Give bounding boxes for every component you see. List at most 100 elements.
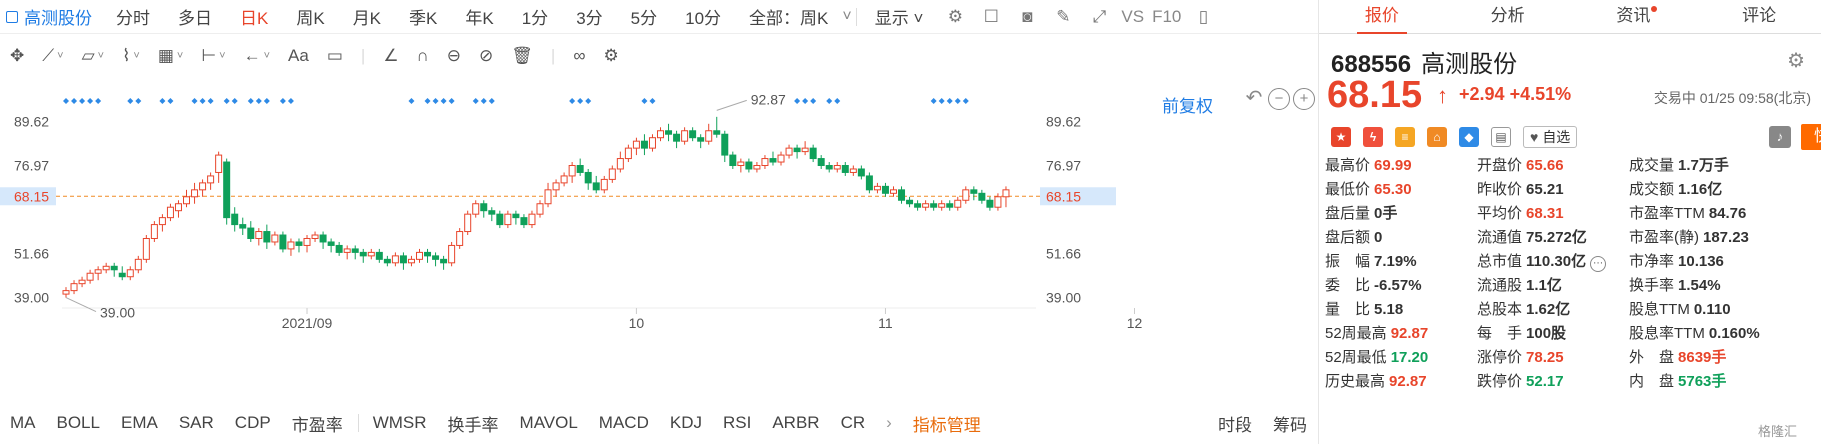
indicator-12[interactable]: ARBR	[762, 413, 830, 433]
candle-body	[954, 199, 962, 208]
period-9[interactable]: 5分	[617, 4, 671, 29]
candle-body	[207, 175, 215, 184]
channel-tool-icon[interactable]: ▱ ˅	[82, 42, 105, 70]
period-10[interactable]: 10分	[671, 4, 735, 29]
period-0[interactable]: 分时	[102, 4, 164, 29]
y-tick-right: 51.66	[1046, 246, 1081, 262]
wave-tool-icon[interactable]: ⌇ ˅	[122, 42, 140, 70]
quote-cell: 52周最高 92.87	[1325, 322, 1428, 343]
fib-tool-icon[interactable]: ▦ ˅	[158, 42, 184, 70]
indicator-2[interactable]: EMA	[111, 413, 169, 433]
period-5[interactable]: 季K	[395, 4, 451, 29]
period-6[interactable]: 年K	[451, 4, 507, 29]
candle-body	[640, 140, 648, 149]
more-icon[interactable]: ⋯	[1590, 256, 1607, 272]
signal-marker	[191, 98, 198, 104]
sidebar-toggle-icon[interactable]: ▯	[1192, 6, 1214, 28]
indicator-10[interactable]: KDJ	[660, 413, 713, 433]
signal-marker	[802, 98, 809, 104]
candle-body	[705, 130, 713, 142]
period-7[interactable]: 1分	[508, 4, 562, 29]
indicator-6[interactable]: WMSR	[363, 413, 438, 433]
candle-body	[930, 203, 938, 208]
quote-cell: 股息TTM 0.110	[1629, 298, 1731, 319]
tab-3[interactable]: 评论	[1696, 0, 1821, 33]
indicator-5[interactable]: 市盈率	[282, 411, 354, 436]
max-pointer	[716, 99, 747, 111]
trash-icon[interactable]: 🗑	[511, 42, 533, 70]
settings-icon[interactable]: ⚙	[603, 42, 618, 70]
line-tool-icon[interactable]: ⟋ ˅	[42, 42, 63, 70]
candle-body	[769, 158, 777, 163]
candle-body	[327, 241, 335, 246]
tab-0[interactable]: 报价	[1319, 0, 1445, 34]
quick-trade-button[interactable]: 快捷交易	[1801, 124, 1821, 150]
tab-1[interactable]: 分析	[1445, 0, 1571, 33]
chip-button[interactable]: 筹码	[1263, 411, 1318, 436]
gear-icon[interactable]: ⚙	[944, 6, 966, 28]
database-icon[interactable]: ≡	[1395, 127, 1415, 147]
chevron-right-icon[interactable]: ›	[876, 413, 903, 433]
period-8[interactable]: 3分	[562, 4, 616, 29]
quote-value: 187.23	[1703, 229, 1749, 246]
bank-icon[interactable]: ⌂	[1427, 127, 1447, 147]
notes-icon[interactable]: ▤	[1491, 127, 1511, 147]
quote-cell: 量 比 5.18	[1325, 298, 1403, 319]
tab-2[interactable]: 资讯	[1571, 0, 1697, 33]
hide-icon[interactable]: ⊘	[479, 42, 493, 70]
indicator-11[interactable]: RSI	[713, 413, 762, 433]
arrow-tool-icon[interactable]: ← ˅	[244, 42, 270, 70]
candle-body	[78, 279, 86, 285]
period-4[interactable]: 月K	[339, 4, 395, 29]
tag-icon[interactable]: ◆	[1459, 127, 1479, 147]
lock-icon[interactable]: ⊖	[447, 42, 461, 70]
f10-button[interactable]: F10	[1148, 7, 1185, 27]
gear-icon[interactable]: ⚙	[1787, 48, 1805, 73]
indicator-1[interactable]: BOLL	[47, 413, 111, 433]
angle-tool-icon[interactable]: ∠	[383, 42, 398, 70]
quote-cell: 成交额 1.16亿	[1629, 178, 1722, 199]
magnet-icon[interactable]: ∩	[417, 42, 429, 70]
period-11[interactable]: 全部：周K	[735, 4, 842, 29]
candle-body	[488, 210, 496, 215]
indicator-manage-button[interactable]: 指标管理	[903, 411, 992, 436]
candle-body	[415, 251, 423, 260]
link-icon[interactable]: ∞	[573, 42, 585, 70]
period-2[interactable]: 日K	[226, 4, 282, 29]
display-dropdown[interactable]: 显示 ˅	[861, 4, 938, 29]
camera-icon[interactable]: ◙	[1016, 6, 1038, 28]
color-box-icon[interactable]: ☐	[980, 6, 1002, 28]
candle-body	[608, 168, 616, 180]
vs-button[interactable]: VS	[1117, 7, 1148, 27]
bell-icon[interactable]: ♪	[1769, 126, 1791, 148]
period-1[interactable]: 多日	[164, 4, 226, 29]
kline-chart[interactable]: 89.62 89.62 76.97 76.97 68.15 68.15 51.66 51.66…	[0, 78, 1318, 396]
timeshare-button[interactable]: 时段	[1208, 411, 1263, 436]
candle-body	[166, 206, 174, 219]
fullscreen-icon[interactable]: ⤢	[1088, 6, 1110, 28]
candle-body	[407, 258, 415, 264]
period-3[interactable]: 周K	[282, 4, 338, 29]
measure-tool-icon[interactable]: ⊢ ˅	[201, 42, 225, 70]
lightning-icon[interactable]: ϟ	[1363, 127, 1383, 147]
indicator-4[interactable]: CDP	[225, 413, 282, 433]
china-flag-icon[interactable]: ★	[1331, 127, 1351, 147]
indicator-8[interactable]: MAVOL	[510, 413, 589, 433]
quote-cell: 昨收价 65.21	[1477, 178, 1564, 199]
divider	[357, 414, 359, 432]
indicator-0[interactable]: MA	[0, 413, 47, 433]
indicator-9[interactable]: MACD	[589, 413, 660, 433]
candle-body	[841, 165, 849, 173]
pencil-icon[interactable]: ✎	[1052, 6, 1074, 28]
indicator-13[interactable]: CR	[831, 413, 877, 433]
comment-tool-icon[interactable]: ▭	[327, 42, 343, 70]
watchlist-button[interactable]: ♥ 自选	[1523, 126, 1578, 148]
stock-name-tab[interactable]: 高测股份	[6, 4, 92, 29]
text-tool-icon[interactable]: Aa	[288, 42, 309, 70]
indicator-3[interactable]: SAR	[169, 413, 225, 433]
candle-body	[648, 137, 656, 149]
indicator-7[interactable]: 换手率	[438, 411, 510, 436]
candle-body	[399, 255, 407, 264]
move-icon[interactable]: ✥	[10, 42, 24, 70]
current-price-label-right: 68.15	[1046, 188, 1081, 204]
